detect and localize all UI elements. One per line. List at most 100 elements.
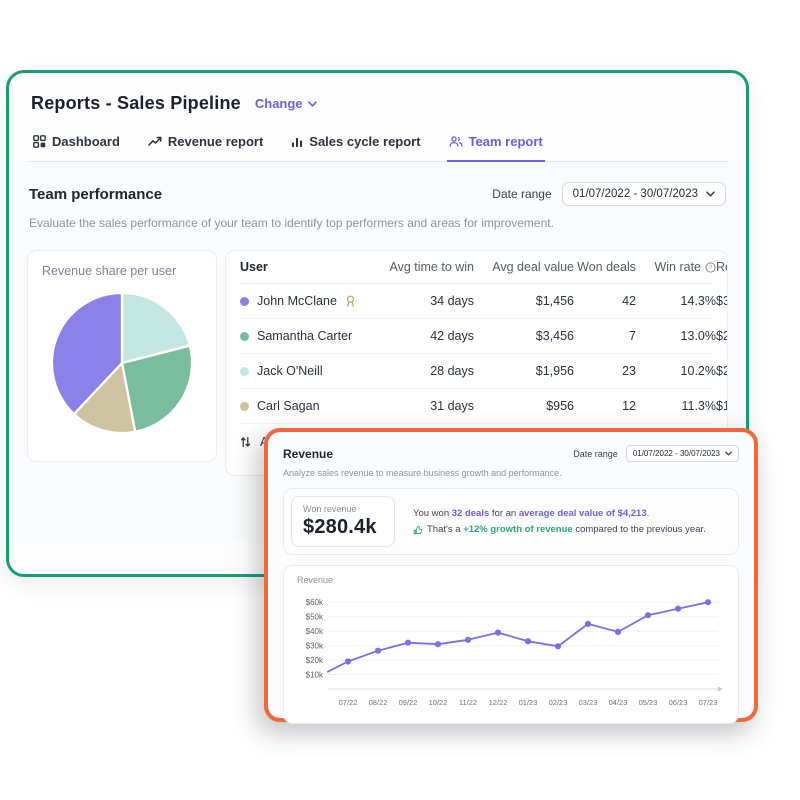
revenue-cell: $238,645 xyxy=(716,329,728,343)
svg-text:08/22: 08/22 xyxy=(369,698,388,707)
pie-chart xyxy=(48,289,196,437)
user-color-dot xyxy=(240,367,249,376)
user-cell: Samantha Carter xyxy=(240,329,388,343)
tab-label: Team report xyxy=(469,134,543,149)
tab-label: Sales cycle report xyxy=(309,134,420,149)
svg-text:11/22: 11/22 xyxy=(459,698,477,707)
revenue-cell: $328,345 xyxy=(716,294,728,308)
user-color-dot xyxy=(240,332,249,341)
change-button-label: Change xyxy=(255,96,303,111)
team-icon xyxy=(449,136,463,147)
chevron-down-icon xyxy=(308,101,317,107)
revenue-card-title: Revenue xyxy=(283,447,333,461)
table-row[interactable]: Carl Sagan31 days$9561211.3%$128,345 xyxy=(240,389,713,424)
tab-revenue-report[interactable]: Revenue report xyxy=(146,134,265,161)
sort-arrows-icon xyxy=(240,436,251,448)
svg-text:$10k: $10k xyxy=(306,670,324,679)
avg-time-cell: 42 days xyxy=(388,329,474,343)
table-row[interactable]: John McClane34 days$1,4564214.3%$328,345 xyxy=(240,284,713,319)
pie-chart-title: Revenue share per user xyxy=(42,264,202,278)
won-deals-cell: 42 xyxy=(574,294,636,308)
report-tabs: Dashboard Revenue report Sales cycle repor… xyxy=(27,134,728,162)
chevron-down-icon xyxy=(706,191,715,197)
user-cell: Carl Sagan xyxy=(240,399,388,413)
column-header-avg-time: Avg time to win xyxy=(388,260,474,274)
column-header-avg-deal: Avg deal value xyxy=(474,260,574,274)
avg-time-cell: 28 days xyxy=(388,364,474,378)
revenue-date-range-control: Date range 01/07/2022 - 30/07/2023 xyxy=(573,445,739,462)
tab-dashboard[interactable]: Dashboard xyxy=(31,134,122,161)
help-icon[interactable]: ? xyxy=(705,262,716,273)
won-deals-cell: 23 xyxy=(574,364,636,378)
revenue-stats-box: Won revenue $280.4k You won 32 deals for… xyxy=(283,488,739,555)
deals-link[interactable]: 32 deals xyxy=(452,508,490,519)
date-range-control: Date range 01/07/2022 - 30/07/2023 xyxy=(492,182,726,206)
column-header-user: User xyxy=(240,260,388,274)
won-deals-cell: 12 xyxy=(574,399,636,413)
tab-label: Revenue report xyxy=(168,134,263,149)
svg-text:01/23: 01/23 xyxy=(519,698,538,707)
bar-chart-icon xyxy=(291,136,303,148)
tab-team-report[interactable]: Team report xyxy=(447,134,545,161)
user-name: Carl Sagan xyxy=(257,399,320,413)
dashboard-grid-icon xyxy=(33,135,46,148)
table-header-row: User Avg time to win Avg deal value Won … xyxy=(240,251,713,284)
user-color-dot xyxy=(240,402,249,411)
svg-text:04/23: 04/23 xyxy=(609,698,628,707)
table-row[interactable]: Samantha Carter42 days$3,456713.0%$238,6… xyxy=(240,319,713,354)
date-range-value: 01/07/2022 - 30/07/2023 xyxy=(573,188,698,200)
table-body: John McClane34 days$1,4564214.3%$328,345… xyxy=(240,284,713,424)
table-row[interactable]: Jack O'Neill28 days$1,9562310.2%$225,388 xyxy=(240,354,713,389)
win-rate-cell: 10.2% xyxy=(636,364,716,378)
user-cell: John McClane xyxy=(240,294,388,308)
svg-text:07/22: 07/22 xyxy=(339,698,358,707)
thumbs-up-icon xyxy=(413,525,423,535)
avg-deal-value-link[interactable]: average deal value of $4,213 xyxy=(519,508,647,519)
medal-icon xyxy=(345,295,356,308)
avg-deal-cell: $3,456 xyxy=(474,329,574,343)
svg-text:$60k: $60k xyxy=(306,598,324,607)
won-revenue-box: Won revenue $280.4k xyxy=(291,496,395,547)
card-header: Reports - Sales Pipeline Change xyxy=(27,93,728,114)
svg-text:05/23: 05/23 xyxy=(639,698,658,707)
date-range-value: 01/07/2022 - 30/07/2023 xyxy=(633,449,720,458)
svg-text:09/22: 09/22 xyxy=(399,698,418,707)
column-header-won-deals: Won deals xyxy=(574,260,636,274)
revenue-summary: You won 32 deals for an average deal val… xyxy=(413,506,706,538)
revenue-chart-card: Revenue $10k$20k$30k$40k$50k$60k07/2208/… xyxy=(283,565,739,724)
growth-link[interactable]: +12% growth of revenue xyxy=(463,524,573,535)
tab-label: Dashboard xyxy=(52,134,120,149)
revenue-card-subtitle: Analyze sales revenue to measure busines… xyxy=(283,468,739,478)
page: Reports - Sales Pipeline Change Dashboar… xyxy=(0,0,800,800)
avg-time-cell: 31 days xyxy=(388,399,474,413)
section-subtitle: Evaluate the sales performance of your t… xyxy=(27,216,728,230)
tab-sales-cycle-report[interactable]: Sales cycle report xyxy=(289,134,422,161)
user-name: Samantha Carter xyxy=(257,329,352,343)
avg-time-cell: 34 days xyxy=(388,294,474,308)
avg-deal-cell: $956 xyxy=(474,399,574,413)
win-rate-cell: 14.3% xyxy=(636,294,716,308)
svg-text:$40k: $40k xyxy=(306,627,324,636)
svg-text:?: ? xyxy=(709,264,713,271)
won-revenue-label: Won revenue xyxy=(303,504,383,514)
win-rate-cell: 11.3% xyxy=(636,399,716,413)
user-name: Jack O'Neill xyxy=(257,364,323,378)
avg-deal-cell: $1,956 xyxy=(474,364,574,378)
avg-deal-cell: $1,456 xyxy=(474,294,574,308)
column-header-win-rate: Win rate ? xyxy=(636,260,716,274)
column-header-revenue: Revenue xyxy=(716,260,728,274)
revenue-date-range-select[interactable]: 01/07/2022 - 30/07/2023 xyxy=(626,445,739,462)
trending-up-icon xyxy=(148,136,162,147)
revenue-cell: $128,345 xyxy=(716,399,728,413)
date-range-select[interactable]: 01/07/2022 - 30/07/2023 xyxy=(562,182,726,206)
chevron-down-icon xyxy=(725,451,732,456)
change-report-button[interactable]: Change xyxy=(255,96,317,111)
revenue-line-chart: $10k$20k$30k$40k$50k$60k07/2208/2209/221… xyxy=(294,585,734,719)
won-deals-cell: 7 xyxy=(574,329,636,343)
won-revenue-value: $280.4k xyxy=(303,516,383,539)
svg-text:$30k: $30k xyxy=(306,641,324,650)
svg-text:06/23: 06/23 xyxy=(669,698,688,707)
user-cell: Jack O'Neill xyxy=(240,364,388,378)
revenue-cell: $225,388 xyxy=(716,364,728,378)
svg-text:07/23: 07/23 xyxy=(699,698,718,707)
